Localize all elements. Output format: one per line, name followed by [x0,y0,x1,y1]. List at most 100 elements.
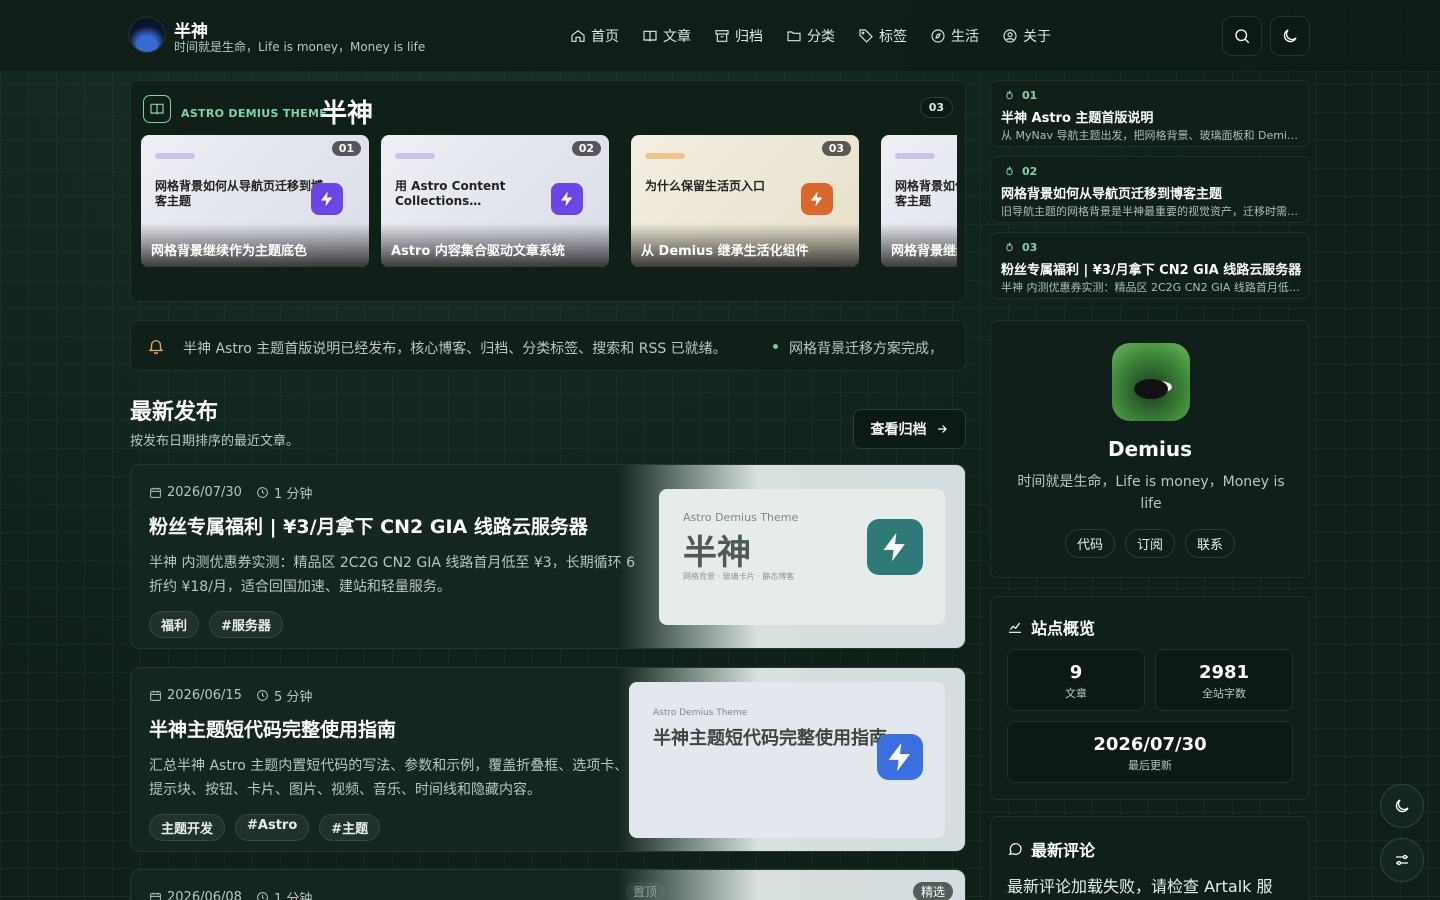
post-card[interactable]: Astro Demius Theme 半神 网格背景 · 玻璃卡片 · 静态博客… [130,464,966,649]
stat-words-label: 全站字数 [1202,687,1246,700]
post-tag[interactable]: #服务器 [209,611,283,638]
slide-number: 01 [331,141,361,156]
site-stats-card: 站点概览 9 文章 2981 全站字数 2026/07/30 最后更新 [990,596,1310,800]
clock-icon [257,690,268,701]
floating-theme-button[interactable] [1380,784,1424,828]
featured-slide[interactable]: 用 Astro Content Collections… 02 Astro 内容… [381,135,609,267]
post-card[interactable]: Astro Demius Theme 半神主题短代码完整使用指南 2026/06… [130,667,966,852]
hot-title: 粉丝专属福利 | ¥3/月拿下 CN2 GIA 线路云服务器 [1001,263,1302,278]
profile-name: Demius [1107,437,1192,461]
post-excerpt: 汇总半神 Astro 主题内置短代码的写法、参数和示例，覆盖折叠框、选项卡、提示… [149,758,629,798]
folder-icon [787,31,801,42]
post-content: 2026/07/30 1 分钟 粉丝专属福利 | ¥3/月拿下 CN2 GIA … [149,483,641,638]
profile-link-contact[interactable]: 联系 [1185,529,1236,558]
featured-slide-partial[interactable]: 网格背景如何从导航页迁移到博客主题 网格背景继续作为主题底色 [881,135,957,267]
chart-icon [1009,622,1021,633]
post-content: 2026/06/15 5 分钟 半神主题短代码完整使用指南 汇总半神 Astro… [149,686,641,841]
nav-tags-label: 标签 [879,29,907,45]
nav-about-label: 关于 [1023,29,1051,45]
nav-articles-label: 文章 [663,29,691,45]
post-read-value: 1 分钟 [273,487,313,502]
post-meta: 2026/06/15 5 分钟 [149,686,641,705]
nav-categories-label: 分类 [807,29,835,45]
view-archive-button[interactable]: 查看归档 [853,409,966,449]
profile-link-subscribe[interactable]: 订阅 [1124,529,1175,558]
featured-count-badge: 03 [919,97,953,118]
slide-tag [645,153,685,159]
hot-post-item[interactable]: 02 网格背景如何从导航页迁移到博客主题 旧导航主题的网格背景是半神最重要的视觉… [990,156,1310,223]
nav-home[interactable]: 首页 [570,26,619,46]
avatar [1112,343,1190,421]
search-button[interactable] [1222,16,1262,56]
search-icon [1235,29,1250,44]
post-tag[interactable]: #Astro [235,814,310,841]
post-date-value: 2026/06/08 [167,890,242,900]
bolt-icon [801,183,833,215]
hot-post-item[interactable]: 01 半神 Astro 主题首版说明 从 MyNav 导航主题出发，把网格背景、… [990,80,1310,147]
hot-excerpt: 从 MyNav 导航主题出发，把网格背景、玻璃面板和 Demius 组件带入 A… [1001,129,1301,142]
hot-excerpt: 旧导航主题的网格背景是半神最重要的视觉资产，迁移时需要保留 [1001,205,1301,218]
hot-rank-number: 03 [1022,241,1038,254]
featured-slide[interactable]: 网格背景如何从导航页迁移到博客主题 01 网格背景继续作为主题底色 [141,135,369,267]
comments-title: 最新评论 [1031,841,1096,860]
nav-archive-label: 归档 [735,29,763,45]
post-meta: 2026/06/08 1 分钟 [149,888,641,900]
thumbnail-title: 半神主题短代码完整使用指南 [653,728,887,749]
moon-icon [1395,799,1409,813]
tag-icon [859,29,873,43]
featured-label: ASTRO DEMIUS THEME [181,107,328,120]
profile-link-code[interactable]: 代码 [1064,529,1115,558]
floating-settings-button[interactable] [1380,838,1424,882]
post-card[interactable]: 2026/06/08 1 分钟 置顶 精选 [130,869,966,900]
calendar-icon [150,690,161,701]
slide-number: 02 [571,141,601,156]
featured-badge: 精选 [912,882,953,900]
hot-rank: 01 [1003,89,1037,102]
post-tag[interactable]: 福利 [149,611,200,638]
post-title[interactable]: 粉丝专属福利 | ¥3/月拿下 CN2 GIA 线路云服务器 [149,512,641,539]
thumbnail-small-text: Astro Demius Theme [683,511,799,524]
hot-post-item[interactable]: 03 粉丝专属福利 | ¥3/月拿下 CN2 GIA 线路云服务器 半神 内测优… [990,232,1310,299]
book-open-icon [143,95,171,123]
bolt-icon [551,183,583,215]
nav-articles[interactable]: 文章 [642,26,691,46]
nav-tags[interactable]: 标签 [858,26,907,46]
post-read-time: 1 分钟 [256,483,312,502]
theme-toggle-button[interactable] [1270,16,1310,56]
comments-heading: 最新评论 [1007,837,1095,861]
post-tag[interactable]: 主题开发 [149,814,226,841]
announcement-text-2[interactable]: 网格背景迁移方案完成， [789,338,959,358]
post-read-time: 1 分钟 [256,888,312,900]
bolt-icon [877,734,923,780]
announcement-dot [773,344,778,349]
site-logo[interactable] [130,18,164,52]
thumbnail-card: Astro Demius Theme 半神 网格背景 · 玻璃卡片 · 静态博客 [659,489,945,625]
announcement-text[interactable]: 半神 Astro 主题首版说明已经发布，核心博客、归档、分类标签、搜索和 RSS… [183,338,727,358]
featured-title: 半神 [321,99,374,129]
slides-track: 网格背景如何从导航页迁移到博客主题 01 网格背景继续作为主题底色 用 Astr… [141,133,957,267]
slide-title: 网格背景如何从导航页迁移到博客主题 [155,179,324,208]
post-date: 2026/07/30 [149,485,242,500]
stats-title: 站点概览 [1031,619,1096,638]
hot-rank: 03 [1003,241,1037,254]
nav-about[interactable]: 关于 [1002,26,1051,46]
hot-title: 网格背景如何从导航页迁移到博客主题 [1001,187,1223,202]
stats-heading: 站点概览 [1007,615,1095,639]
nav-life[interactable]: 生活 [930,26,979,46]
latest-subtitle: 按发布日期排序的最近文章。 [130,434,300,449]
archive-icon [715,30,729,42]
latest-comments-card: 最新评论 最新评论加载失败，请检查 Artalk 服 [990,816,1310,900]
nav-archive[interactable]: 归档 [714,26,763,46]
stat-posts: 9 文章 [1007,649,1145,711]
nav-categories[interactable]: 分类 [786,26,835,46]
post-tag[interactable]: #主题 [319,814,381,841]
featured-slide[interactable]: 为什么保留生活页入口 03 从 Demius 继承生活化组件 [631,135,859,267]
bolt-icon [311,183,343,215]
stat-words: 2981 全站字数 [1155,649,1293,711]
post-title[interactable]: 半神主题短代码完整使用指南 [149,715,641,742]
nav-life-label: 生活 [951,29,979,45]
comments-error: 最新评论加载失败，请检查 Artalk 服 [1007,877,1273,896]
nav-home-label: 首页 [591,29,619,45]
thumbnail-footer: 网格背景 · 玻璃卡片 · 静态博客 [683,572,795,581]
post-thumbnail: Astro Demius Theme 半神主题短代码完整使用指南 [619,668,965,851]
